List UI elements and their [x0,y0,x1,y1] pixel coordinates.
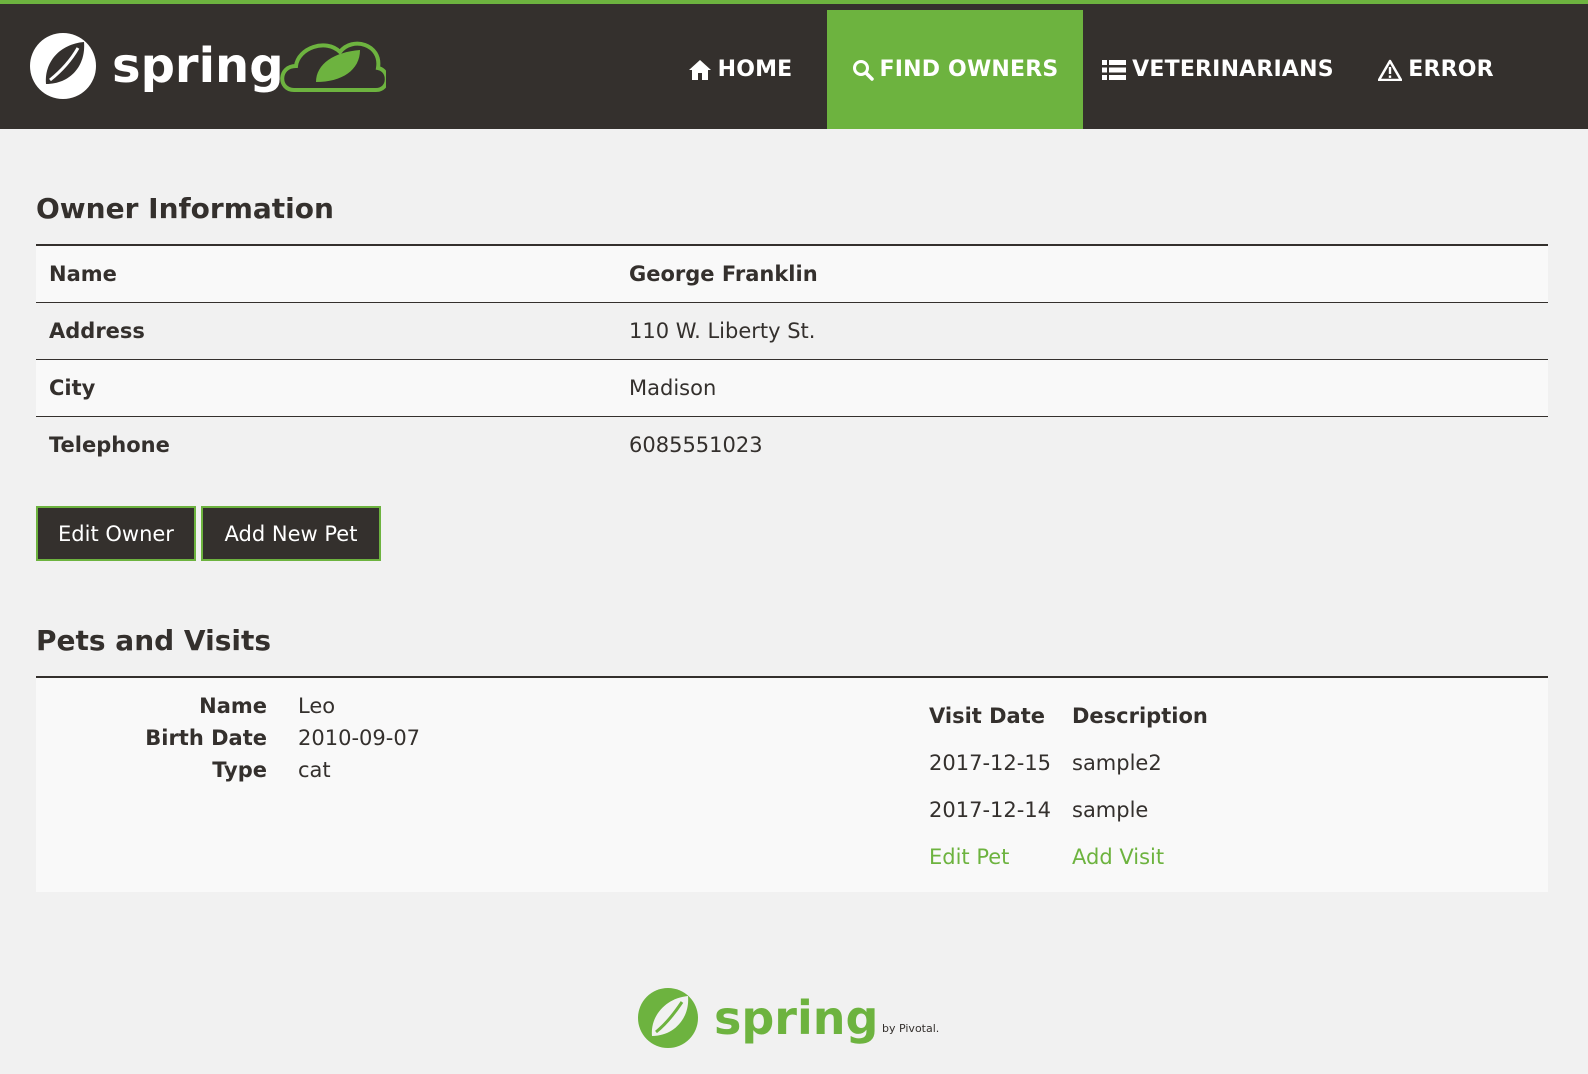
nav-find-owners[interactable]: Find Owners [827,10,1083,129]
table-row: Name George Franklin [36,246,1548,303]
description-header: Description [1072,703,1208,728]
list-item: Type cat [36,754,420,786]
warning-icon [1378,59,1403,81]
edit-pet-link[interactable]: Edit Pet [929,845,1072,869]
pets-and-visits-title: Pets and Visits [36,624,272,657]
pet-field-label: Type [212,758,267,782]
pet-field-label: Birth Date [145,726,267,750]
nav-home[interactable]: Home [680,10,800,129]
add-visit-link[interactable]: Add Visit [1072,845,1164,869]
owner-city-value: Madison [629,376,717,400]
visit-description: sample [1072,797,1149,822]
footer-tagline: by Pivotal. [882,1022,939,1035]
pets-panel: Name Leo Birth Date 2010-09-07 Type cat … [36,676,1548,892]
pet-name-value: Leo [298,694,336,718]
nav-error[interactable]: Error [1366,10,1506,129]
search-icon [852,59,874,81]
owner-address-value: 110 W. Liberty St. [629,319,816,343]
nav-home-label: Home [717,57,793,82]
table-row: Telephone 6085551023 [36,417,1548,473]
table-row: Address 110 W. Liberty St. [36,303,1548,360]
home-icon [688,59,711,80]
visits-header-row: Visit Date Description [929,692,1208,739]
add-new-pet-button[interactable]: Add New Pet [201,506,381,561]
logo-text: spring [112,38,284,94]
table-row: 2017-12-14 sample [929,786,1208,833]
pet-type-value: cat [298,758,331,782]
list-item: Birth Date 2010-09-07 [36,722,420,754]
nav-veterinarians[interactable]: Veterinarians [1100,10,1336,129]
table-row: City Madison [36,360,1548,417]
owner-field-label: Name [49,262,117,286]
nav-veterinarians-label: Veterinarians [1132,57,1334,82]
owner-information-title: Owner Information [36,192,334,225]
visit-date-header: Visit Date [929,703,1046,728]
owner-field-label: City [49,376,96,400]
visits-table: Visit Date Description 2017-12-15 sample… [929,692,1208,880]
pet-actions-row: Edit Pet Add Visit [929,833,1208,880]
pet-details: Name Leo Birth Date 2010-09-07 Type cat [36,690,420,786]
list-item: Name Leo [36,690,420,722]
footer-logo-text: spring [714,991,878,1045]
nav-find-owners-label: Find Owners [879,57,1059,82]
spring-logo[interactable]: spring [26,26,386,106]
owner-table: Name George Franklin Address 110 W. Libe… [36,244,1548,473]
footer-spring-logo: spring by Pivotal. [638,988,939,1048]
pet-birth-date-value: 2010-09-07 [298,726,421,750]
pet-field-label: Name [199,694,267,718]
edit-owner-button[interactable]: Edit Owner [36,506,196,561]
list-icon [1102,59,1127,80]
owner-field-label: Address [49,319,145,343]
owner-field-label: Telephone [49,433,170,457]
visit-date: 2017-12-14 [929,797,1052,822]
visit-description: sample2 [1072,750,1162,775]
navbar: spring Home Find Owners Veterinarians [0,4,1588,129]
visit-date: 2017-12-15 [929,750,1052,775]
table-row: 2017-12-15 sample2 [929,739,1208,786]
owner-name-value: George Franklin [629,262,818,286]
owner-telephone-value: 6085551023 [629,433,763,457]
nav-error-label: Error [1408,57,1494,82]
